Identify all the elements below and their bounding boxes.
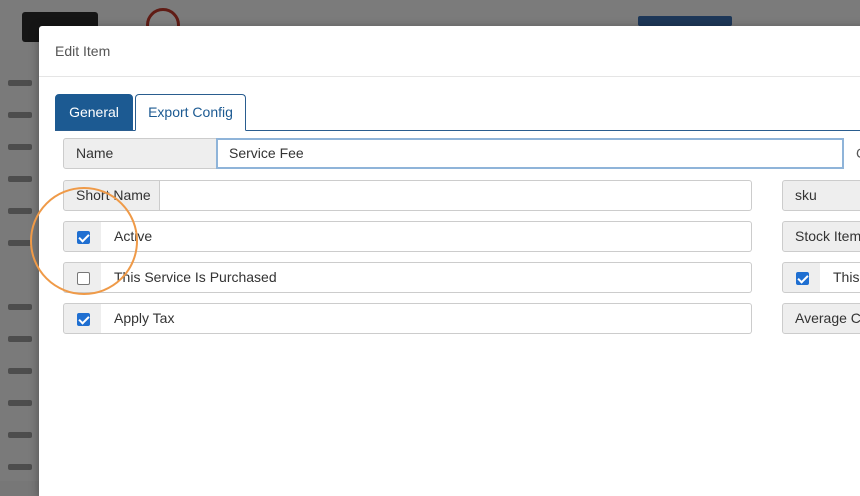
active-checkbox[interactable] bbox=[77, 231, 90, 244]
this-checkbox-addon bbox=[782, 262, 821, 293]
name-row: Name Service Fee C bbox=[63, 138, 860, 169]
short-name-input[interactable] bbox=[159, 180, 752, 211]
tab-general[interactable]: General bbox=[55, 94, 133, 130]
average-cost-label: Average Co bbox=[782, 303, 860, 334]
short-name-row: Short Name bbox=[63, 180, 753, 211]
this-label: This bbox=[820, 262, 860, 293]
purchased-checkbox[interactable] bbox=[77, 272, 90, 285]
tab-export-config[interactable]: Export Config bbox=[135, 94, 246, 131]
active-checkbox-addon bbox=[63, 221, 102, 252]
stock-item-row: Stock Item bbox=[782, 221, 860, 252]
stock-item-label: Stock Item bbox=[782, 221, 860, 252]
apply-tax-checkbox[interactable] bbox=[77, 313, 90, 326]
apply-tax-label: Apply Tax bbox=[101, 303, 752, 334]
purchased-checkbox-addon bbox=[63, 262, 102, 293]
modal-title: Edit Item bbox=[55, 43, 111, 59]
name-trailing-text: C bbox=[856, 138, 860, 169]
this-checkbox[interactable] bbox=[796, 272, 809, 285]
average-cost-row: Average Co bbox=[782, 303, 860, 334]
sku-row: sku bbox=[782, 180, 860, 211]
edit-item-modal: Edit Item General Export Config Name Ser… bbox=[39, 26, 860, 496]
short-name-label: Short Name bbox=[63, 180, 160, 211]
active-label: Active bbox=[101, 221, 752, 252]
purchased-label: This Service Is Purchased bbox=[101, 262, 752, 293]
active-row: Active bbox=[63, 221, 753, 252]
modal-header: Edit Item bbox=[39, 26, 860, 77]
tab-bar: General Export Config bbox=[55, 94, 860, 131]
this-row: This bbox=[782, 262, 860, 293]
name-label: Name bbox=[63, 138, 217, 169]
apply-tax-row: Apply Tax bbox=[63, 303, 753, 334]
purchased-row: This Service Is Purchased bbox=[63, 262, 753, 293]
apply-tax-checkbox-addon bbox=[63, 303, 102, 334]
sku-label: sku bbox=[782, 180, 860, 211]
name-input[interactable]: Service Fee bbox=[216, 138, 844, 169]
